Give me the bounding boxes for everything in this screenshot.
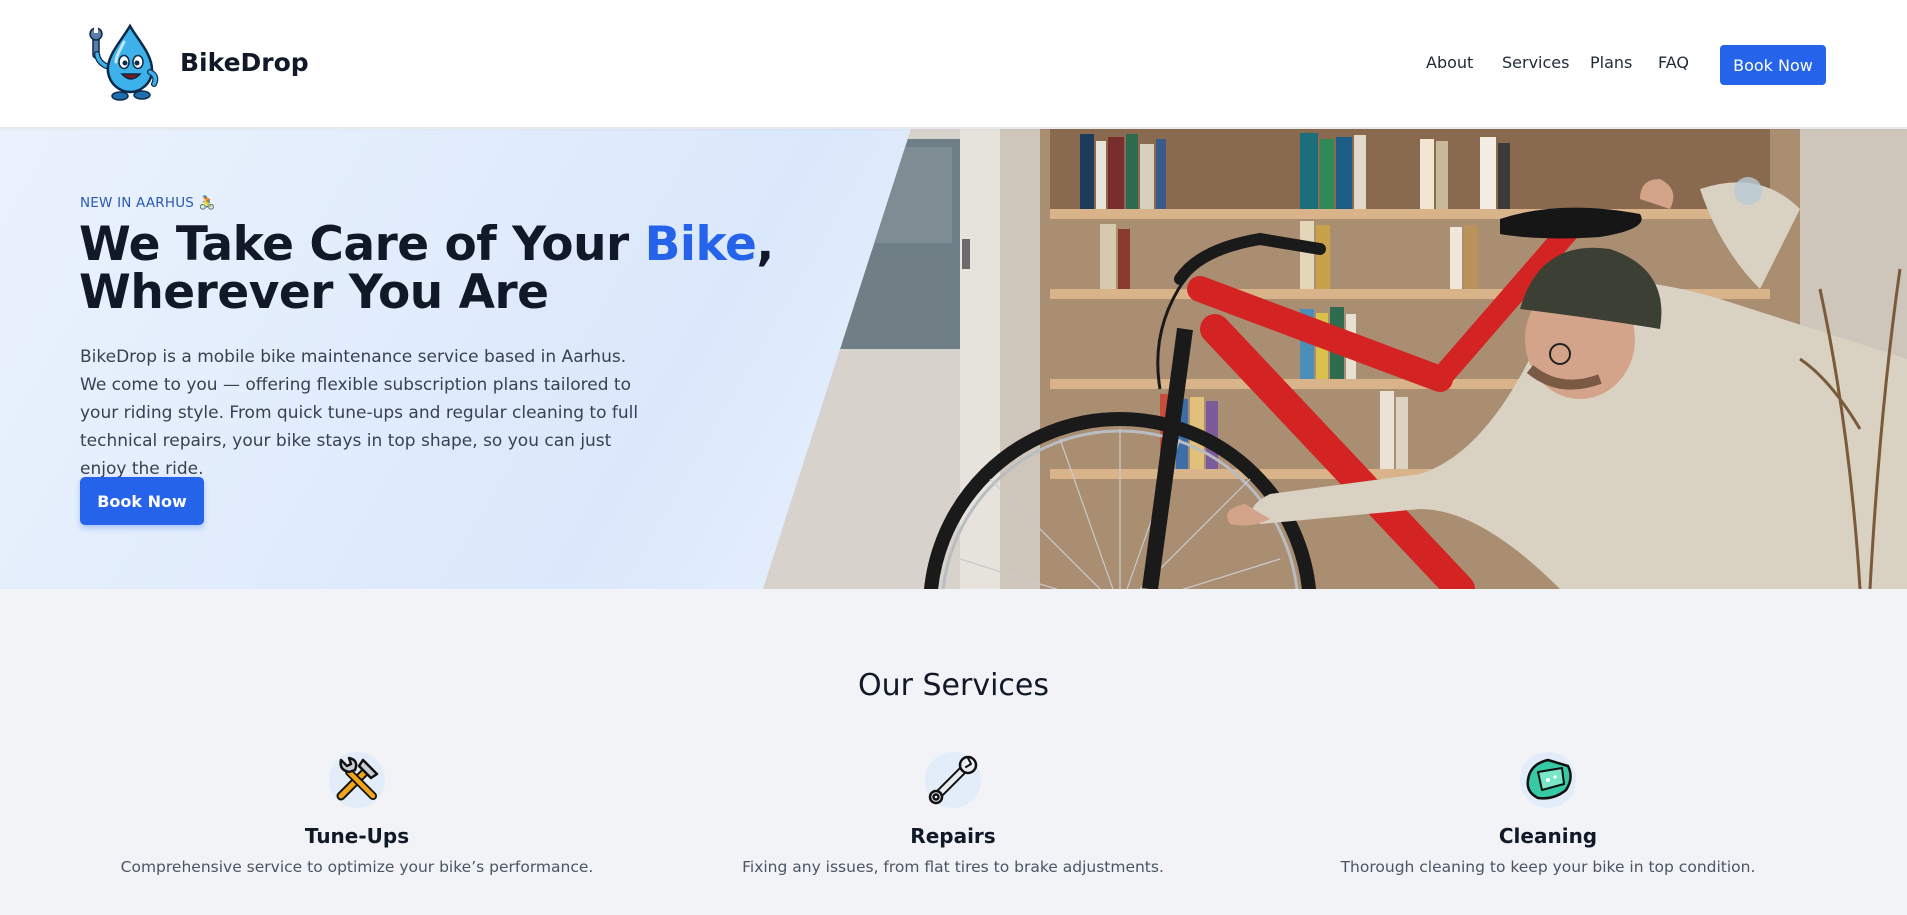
- water-drop-mascot-icon: [89, 23, 159, 101]
- hero-kicker: NEW IN AARHUS 🚴: [80, 195, 216, 211]
- logo[interactable]: BikeDrop: [84, 22, 309, 102]
- hero-title-accent: Bike: [644, 217, 757, 272]
- hero-section: NEW IN AARHUS 🚴 We Take Care of Your Bik…: [0, 129, 1907, 589]
- service-name: Cleaning: [1498, 824, 1598, 848]
- hero-title: We Take Care of Your Bike, Wherever You …: [79, 221, 779, 317]
- header-book-now-button[interactable]: Book Now: [1720, 45, 1826, 85]
- service-description: Comprehensive service to optimize your b…: [120, 858, 594, 876]
- hammer-wrench-icon: [329, 752, 385, 808]
- hero-title-part1: We Take Care of Your: [79, 217, 645, 272]
- hero-description: BikeDrop is a mobile bike maintenance se…: [80, 347, 639, 479]
- nav-link-about[interactable]: About: [1426, 53, 1473, 72]
- nav-link-plans[interactable]: Plans: [1590, 53, 1632, 72]
- site-header: BikeDrop About Services Plans FAQ Book N…: [0, 0, 1907, 128]
- hero-book-now-button[interactable]: Book Now: [80, 477, 204, 525]
- service-name: Repairs: [910, 824, 996, 848]
- wrench-icon: [925, 752, 981, 808]
- service-card-repairs: Repairs Fixing any issues, from flat tir…: [693, 750, 1213, 876]
- sponge-icon: [1520, 752, 1576, 808]
- service-description: Fixing any issues, from flat tires to br…: [742, 858, 1164, 876]
- service-card-tune-ups: Tune-Ups Comprehensive service to optimi…: [97, 750, 617, 876]
- hero-title-line2: Wherever You Are: [79, 265, 549, 320]
- hero-title-part2: ,: [756, 217, 774, 272]
- service-description: Thorough cleaning to keep your bike in t…: [1340, 858, 1756, 876]
- nav-link-faq[interactable]: FAQ: [1658, 53, 1689, 72]
- services-title: Our Services: [857, 668, 1049, 703]
- brand-name: BikeDrop: [180, 47, 309, 77]
- nav-link-services[interactable]: Services: [1502, 53, 1569, 72]
- service-name: Tune-Ups: [304, 824, 410, 848]
- service-card-cleaning: Cleaning Thorough cleaning to keep your …: [1288, 750, 1808, 876]
